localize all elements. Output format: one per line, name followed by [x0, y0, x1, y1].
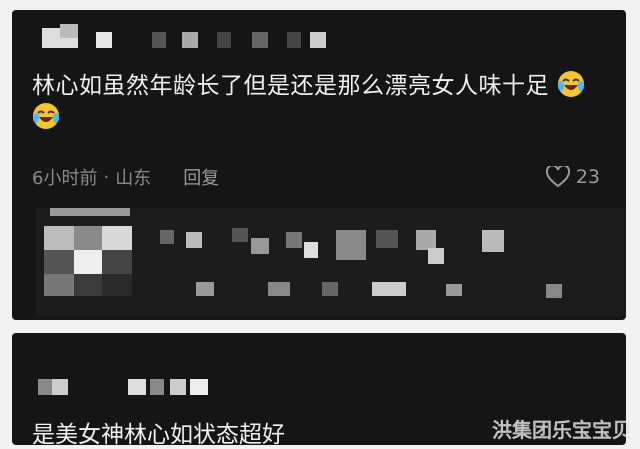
- comment-body: 林心如虽然年龄长了但是还是那么漂亮女人味十足: [32, 73, 549, 99]
- like-button[interactable]: 23: [545, 162, 600, 192]
- laughing-crying-emoji-icon: [557, 70, 585, 98]
- screenshot-frame: 林心如虽然年龄长了但是还是那么漂亮女人味十足 6小时前 · 山东 回复 23 是…: [0, 0, 640, 448]
- heart-icon: [545, 166, 570, 188]
- comment-meta: 6小时前 · 山东 回复: [32, 162, 219, 192]
- username-mosaic: [42, 22, 332, 58]
- like-count: 23: [575, 166, 600, 188]
- laughing-crying-emoji-icon: [32, 102, 60, 130]
- comment-location: 山东: [115, 168, 152, 189]
- comment-time: 6小时前: [32, 168, 98, 189]
- comment-card: 林心如虽然年龄长了但是还是那么漂亮女人味十足 6小时前 · 山东 回复 23: [12, 10, 626, 320]
- watermark: 洪集团乐宝宝贝: [492, 418, 632, 442]
- meta-separator: ·: [103, 166, 110, 188]
- second-comment-text: 是美女神林心如状态超好: [32, 422, 285, 448]
- second-username-mosaic: [38, 377, 238, 401]
- comment-text: 林心如虽然年龄长了但是还是那么漂亮女人味十足: [32, 70, 617, 134]
- reply-button[interactable]: 回复: [183, 164, 219, 190]
- quoted-reply-mosaic: [36, 208, 626, 316]
